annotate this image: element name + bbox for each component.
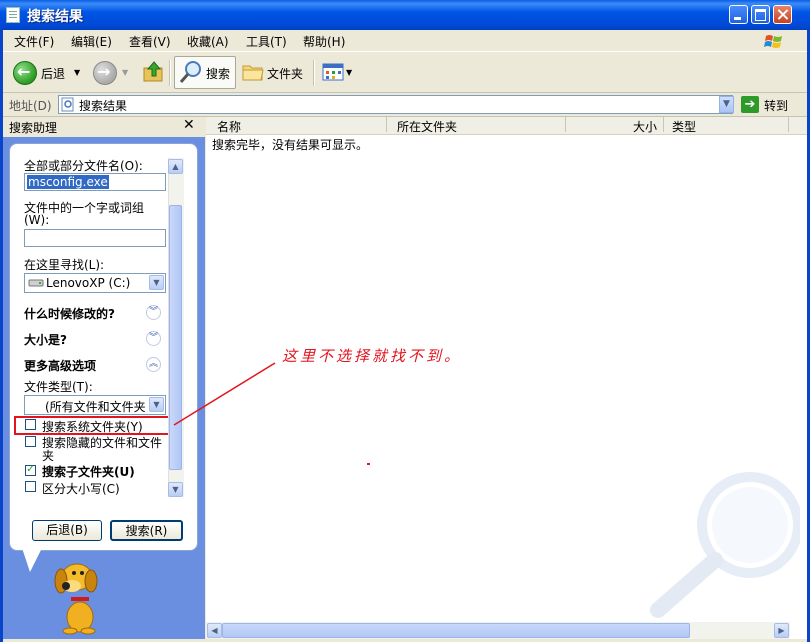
address-value: 搜索结果 (79, 99, 128, 113)
subfolders-label[interactable]: 搜索子文件夹(U) (42, 463, 135, 480)
filename-input-value: msconfig.exe (27, 175, 109, 189)
form-scrollbar-thumb[interactable] (169, 205, 182, 470)
column-divider[interactable] (565, 117, 566, 132)
back-dropdown-icon[interactable]: ▼ (74, 68, 80, 77)
window-title: 搜索结果 (27, 9, 83, 25)
scroll-down-icon[interactable]: ▼ (168, 482, 183, 497)
views-icon[interactable] (322, 63, 344, 81)
look-in-value: LenovoXP (C:) (46, 276, 131, 290)
windows-logo-icon (764, 35, 782, 48)
annotation-arrow (173, 362, 276, 426)
search-submit-button[interactable]: 搜索(R) (110, 520, 183, 541)
subfolders-checkbox[interactable]: ✓ (25, 465, 36, 476)
title-bar[interactable] (0, 0, 810, 30)
look-in-dropdown-icon[interactable]: ▼ (149, 275, 164, 290)
horizontal-scroll-thumb[interactable] (222, 623, 690, 638)
window-icon (6, 7, 20, 23)
look-in-label: 在这里寻找(L): (24, 258, 105, 272)
hidden-files-checkbox[interactable] (25, 436, 36, 447)
menu-file[interactable]: 文件(F) (14, 33, 54, 50)
address-input[interactable] (58, 95, 733, 114)
scroll-right-icon[interactable]: ▶ (774, 623, 789, 638)
hidden-files-label-2[interactable]: 夹 (42, 447, 54, 464)
back-button[interactable]: 后退(B) (32, 520, 102, 541)
menu-tools[interactable]: 工具(T) (246, 33, 287, 50)
highlight-box (14, 416, 171, 435)
column-type[interactable]: 类型 (672, 118, 696, 135)
filename-label: 全部或部分文件名(O): (24, 159, 143, 173)
case-sensitive-label[interactable]: 区分大小写(C) (42, 480, 120, 497)
address-label: 地址(D) (9, 99, 52, 113)
column-in-folder[interactable]: 所在文件夹 (397, 118, 457, 135)
column-header-row (206, 117, 807, 135)
menu-favorites[interactable]: 收藏(A) (187, 33, 229, 50)
go-button-label[interactable]: 转到 (764, 97, 788, 114)
magnifier-watermark-icon (650, 472, 800, 618)
size-heading[interactable]: 大小是? (24, 331, 67, 348)
scroll-left-icon[interactable]: ◀ (207, 623, 222, 638)
word-phrase-label-2: (W): (24, 213, 50, 227)
file-type-value: (所有文件和文件夹 (45, 400, 146, 414)
magnifier-icon (179, 61, 201, 83)
file-type-dropdown-icon[interactable]: ▼ (149, 397, 164, 412)
file-type-label: 文件类型(T): (24, 380, 93, 394)
close-pane-icon[interactable]: ✕ (183, 117, 195, 133)
column-size[interactable]: 大小 (633, 118, 657, 135)
filename-input[interactable]: msconfig.exe (24, 173, 166, 191)
column-name[interactable]: 名称 (217, 118, 241, 135)
drive-icon (28, 279, 44, 287)
folders-icon[interactable] (242, 62, 264, 82)
hidden-files-label[interactable]: 搜索隐藏的文件和文件 (42, 434, 162, 451)
no-results-message: 搜索完毕，没有结果可显示。 (212, 138, 369, 152)
minimize-button[interactable] (729, 5, 748, 24)
column-divider[interactable] (663, 117, 664, 132)
look-in-select[interactable]: LenovoXP (C:) ▼ (24, 273, 166, 293)
column-divider[interactable] (386, 117, 387, 132)
search-dog-icon[interactable] (50, 559, 112, 635)
menu-view[interactable]: 查看(V) (129, 33, 171, 50)
folders-button-label[interactable]: 文件夹 (267, 65, 303, 82)
advanced-options-heading[interactable]: 更多高级选项 (24, 357, 96, 374)
when-modified-heading[interactable]: 什么时候修改的? (24, 305, 115, 322)
speech-bubble-tail (22, 548, 42, 572)
forward-arrow-icon[interactable] (93, 61, 117, 85)
search-button-label: 搜索 (206, 67, 231, 81)
word-phrase-input[interactable] (24, 229, 166, 247)
go-arrow-icon[interactable]: ➔ (741, 96, 759, 113)
back-arrow-icon[interactable] (13, 61, 37, 85)
toolbar-divider (169, 60, 171, 86)
back-button-label[interactable]: 后退 (41, 65, 65, 82)
scroll-up-icon[interactable]: ▲ (168, 159, 183, 174)
menu-bar (3, 30, 807, 52)
menu-help[interactable]: 帮助(H) (303, 33, 345, 50)
file-type-select[interactable]: (所有文件和文件夹 ▼ (24, 395, 166, 415)
forward-dropdown-icon[interactable]: ▼ (122, 68, 128, 77)
menu-edit[interactable]: 编辑(E) (71, 33, 112, 50)
collapse-chevron-icon[interactable]: ︽ (146, 357, 161, 372)
views-dropdown-icon[interactable]: ▼ (346, 68, 352, 77)
maximize-button[interactable] (751, 5, 770, 24)
expand-chevron-icon[interactable]: ︾ (146, 305, 161, 320)
case-sensitive-checkbox[interactable] (25, 481, 36, 492)
expand-chevron-icon[interactable]: ︾ (146, 331, 161, 346)
annotation-note: 这里不选择就找不到。 (282, 347, 463, 365)
toolbar-divider (313, 60, 315, 86)
address-dropdown-icon[interactable]: ▼ (719, 96, 734, 113)
stray-mark (367, 463, 370, 465)
up-folder-icon[interactable] (142, 60, 166, 84)
search-results-icon (61, 97, 74, 112)
column-divider[interactable] (788, 117, 789, 132)
close-button[interactable] (773, 5, 792, 24)
search-assistant-title: 搜索助理 (9, 121, 58, 135)
